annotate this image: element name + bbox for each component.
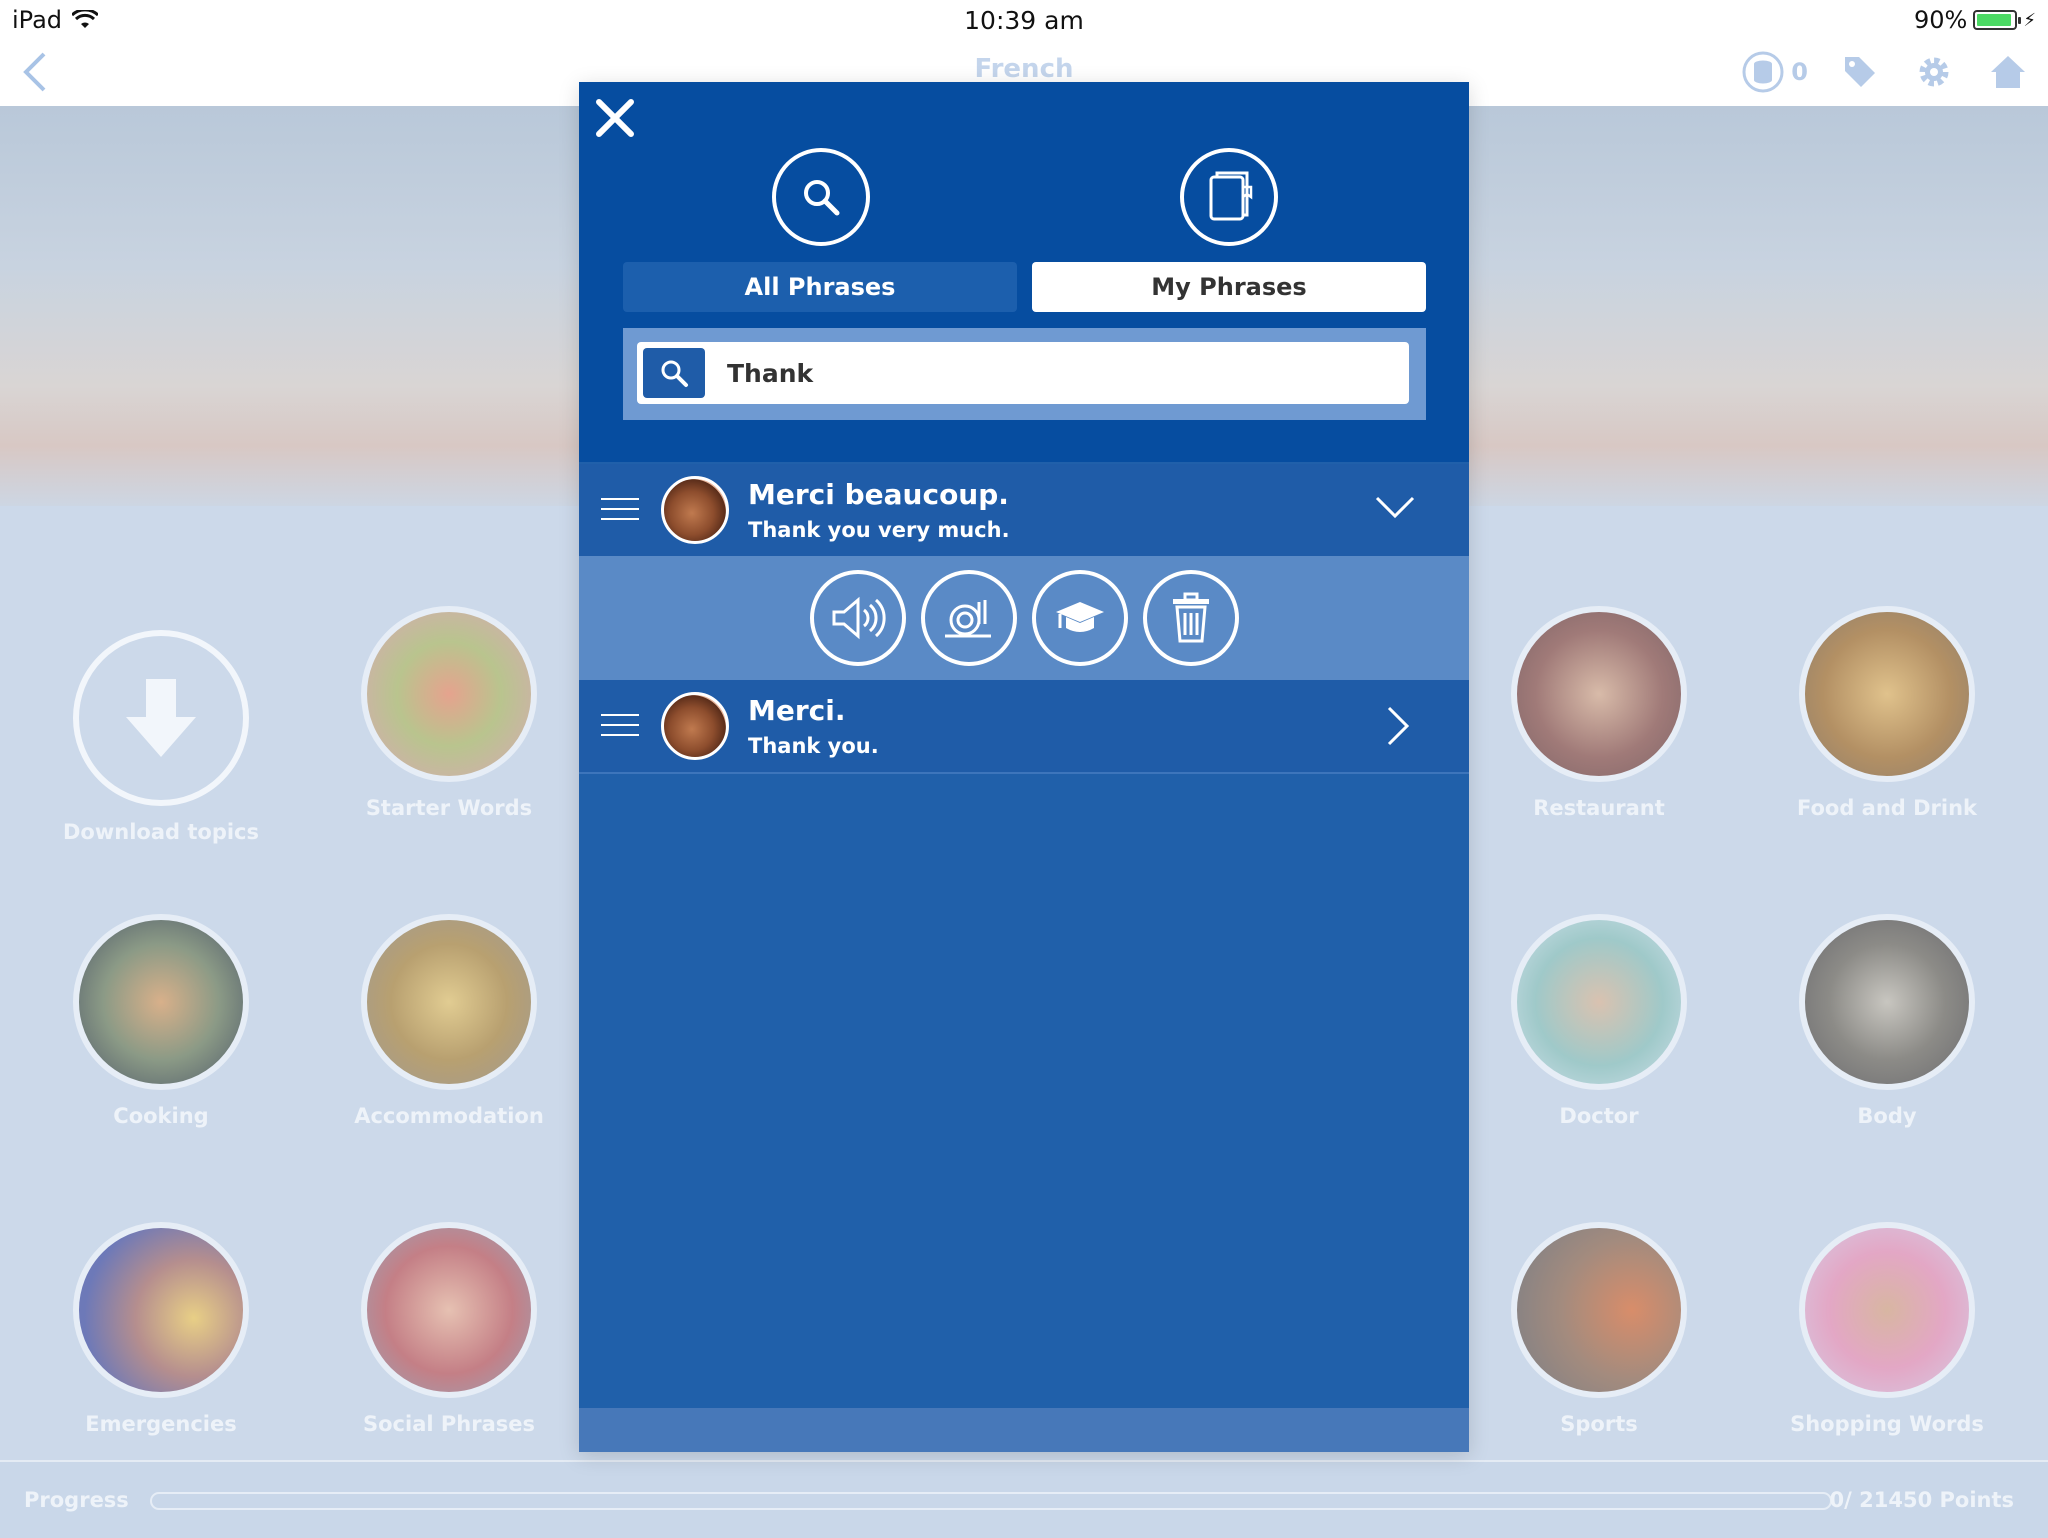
progress-label: Progress <box>24 1488 129 1512</box>
avatar <box>661 476 729 544</box>
search-icon[interactable] <box>643 348 705 398</box>
topic-image <box>1511 1222 1687 1398</box>
drag-handle-icon[interactable] <box>601 714 639 744</box>
topic-social-phrases[interactable]: Social Phrases <box>339 1222 559 1436</box>
topic-accommodation[interactable]: Accommodation <box>339 914 559 1128</box>
battery-icon <box>1973 10 2022 30</box>
drag-handle-icon[interactable] <box>601 498 639 528</box>
status-bar: iPad 10:39 am 90% ⚡ <box>0 0 2048 40</box>
topic-image <box>361 914 537 1090</box>
tab-all-phrases[interactable]: All Phrases <box>623 262 1017 312</box>
phrase-french: Merci. <box>748 694 846 727</box>
topic-label: Body <box>1857 1104 1917 1128</box>
topic-label: Shopping Words <box>1790 1412 1984 1436</box>
phrasebook-icon[interactable] <box>1180 148 1278 246</box>
topic-restaurant[interactable]: Restaurant <box>1489 606 1709 820</box>
phrase-row[interactable]: Merci. Thank you. <box>579 680 1469 774</box>
topic-label: Food and Drink <box>1796 796 1978 820</box>
topic-image <box>1511 914 1687 1090</box>
coins-counter[interactable]: 0 <box>1741 50 1808 94</box>
speaker-icon[interactable] <box>810 570 906 666</box>
topic-image <box>1799 914 1975 1090</box>
modal-footer <box>579 1408 1469 1452</box>
home-icon[interactable] <box>1986 50 2030 94</box>
topic-label: Sports <box>1560 1412 1638 1436</box>
topic-label: Starter Words <box>365 796 533 820</box>
phrase-actions-bar <box>579 556 1469 680</box>
coins-icon <box>1742 51 1784 93</box>
status-time: 10:39 am <box>964 6 1084 35</box>
modal-header: All Phrases My Phrases <box>579 82 1469 462</box>
topic-doctor[interactable]: Doctor <box>1489 914 1709 1128</box>
close-icon[interactable] <box>593 96 637 140</box>
topic-image <box>73 914 249 1090</box>
phrase-english: Thank you very much. <box>748 518 1010 542</box>
topic-image <box>1511 606 1687 782</box>
topic-label: Doctor <box>1559 1104 1639 1128</box>
search-input[interactable] <box>727 352 1387 394</box>
phrase-french: Merci beaucoup. <box>748 478 1009 511</box>
phrase-row[interactable]: Merci beaucoup. Thank you very much. <box>579 464 1469 558</box>
topic-starter-words[interactable]: Starter Words <box>339 606 559 820</box>
topic-emergencies[interactable]: Emergencies <box>51 1222 271 1436</box>
topic-cooking[interactable]: Cooking <box>51 914 271 1128</box>
avatar <box>661 692 729 760</box>
battery-percent: 90% <box>1914 6 1968 34</box>
topic-label: Social Phrases <box>363 1412 535 1436</box>
search-bar <box>623 328 1426 420</box>
phrases-modal: All Phrases My Phrases Merci beaucoup. T… <box>579 82 1469 1452</box>
phrase-english: Thank you. <box>748 734 879 758</box>
download-icon <box>73 630 249 806</box>
topic-body[interactable]: Body <box>1777 914 1997 1128</box>
progress-bar-section: Progress 0/ 21450 Points <box>0 1460 2048 1538</box>
progress-points: 0/ 21450 Points <box>1829 1488 2014 1512</box>
topic-sports[interactable]: Sports <box>1489 1222 1709 1436</box>
tab-my-phrases[interactable]: My Phrases <box>1032 262 1426 312</box>
topic-image <box>73 1222 249 1398</box>
topic-label: Download topics <box>63 820 259 844</box>
topic-food-and-drink[interactable]: Food and Drink <box>1777 606 1997 820</box>
slow-snail-icon[interactable] <box>921 570 1017 666</box>
topic-label: Cooking <box>113 1104 209 1128</box>
topic-shopping-words[interactable]: Shopping Words <box>1777 1222 1997 1436</box>
progress-track <box>150 1492 1832 1510</box>
topic-download[interactable]: Download topics <box>51 630 271 844</box>
settings-gear-icon[interactable] <box>1912 50 1956 94</box>
chevron-down-icon[interactable] <box>1373 492 1417 526</box>
chevron-right-icon[interactable] <box>1383 704 1413 752</box>
topic-image <box>1799 1222 1975 1398</box>
topic-label: Accommodation <box>354 1104 544 1128</box>
topic-label: Emergencies <box>85 1412 237 1436</box>
search-box <box>637 342 1409 404</box>
learn-graduation-cap-icon[interactable] <box>1032 570 1128 666</box>
trash-icon[interactable] <box>1143 570 1239 666</box>
search-mode-icon[interactable] <box>772 148 870 246</box>
topic-label: Restaurant <box>1533 796 1665 820</box>
coins-count: 0 <box>1791 58 1808 86</box>
topic-image <box>1799 606 1975 782</box>
charging-icon: ⚡ <box>2023 9 2036 31</box>
topic-image <box>361 1222 537 1398</box>
tags-icon[interactable] <box>1838 50 1882 94</box>
topic-image <box>361 606 537 782</box>
